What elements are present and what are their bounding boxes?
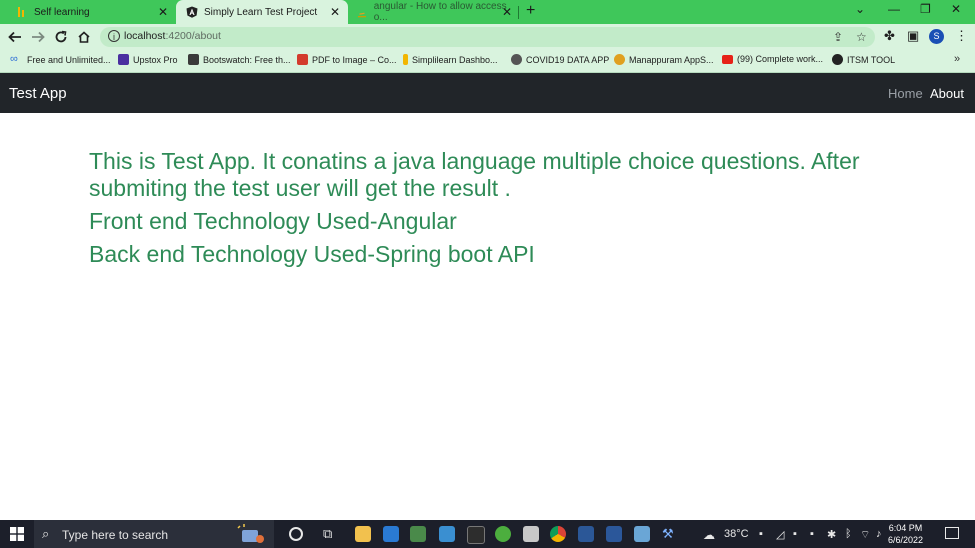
infinity-icon: ∞	[10, 53, 18, 65]
home-icon	[78, 31, 90, 43]
search-placeholder: Type here to search	[62, 528, 169, 542]
windows-taskbar: ⌕ Type here to search ⧉ ⚒ ☁ 38°C ▪ ◿ ▪ ▪…	[0, 520, 975, 548]
covid-icon	[511, 54, 522, 65]
reload-button[interactable]	[52, 28, 70, 46]
bluetooth-icon[interactable]: ᛒ	[845, 528, 852, 540]
share-icon[interactable]: ⇪	[833, 30, 843, 44]
bookmark-upstox-pro[interactable]: Upstox Pro	[118, 54, 178, 65]
app-brand[interactable]: Test App	[9, 85, 67, 102]
manappuram-icon	[614, 54, 625, 65]
search-icon: ⌕	[42, 526, 50, 541]
bookmark-star-icon[interactable]: ☆	[856, 30, 867, 44]
weather-cloud-icon[interactable]: ☁	[703, 528, 715, 542]
notification-icon[interactable]	[945, 527, 959, 539]
url-text: localhost:4200/about	[124, 30, 221, 42]
bookmark-simplilearn-dashboard[interactable]: Simplilearn Dashbo...	[403, 54, 498, 65]
taskbar-clock[interactable]: 6:04 PM 6/6/2022	[888, 522, 923, 546]
remote-desktop-icon[interactable]	[439, 526, 455, 542]
tray-app-icon[interactable]: ▪	[810, 528, 814, 540]
arrow-left-icon	[8, 31, 21, 43]
browser-tab-strip: Self learning ✕ Simply Learn Test Projec…	[0, 0, 975, 24]
tray-app-icon[interactable]: ▪	[793, 528, 797, 540]
tab-title: Self learning	[34, 6, 90, 18]
close-tab-icon[interactable]: ✕	[330, 5, 340, 19]
bookmark-bootswatch[interactable]: Bootswatch: Free th...	[188, 54, 291, 65]
frontend-technology: Front end Technology Used-Angular	[89, 208, 457, 234]
address-bar[interactable]: i localhost:4200/about ⇪ ☆	[100, 27, 875, 47]
nav-link-home[interactable]: Home	[888, 86, 923, 101]
file-explorer-icon[interactable]	[355, 526, 371, 542]
back-button[interactable]	[6, 28, 24, 46]
tab-title: Simply Learn Test Project	[204, 6, 318, 18]
minimize-button[interactable]: —	[888, 2, 900, 16]
tray-app-icon[interactable]: ✱	[827, 528, 836, 541]
home-button[interactable]	[75, 28, 93, 46]
bookmark-pdf-to-image[interactable]: PDF to Image – Co...	[297, 54, 397, 65]
bookmark-covid19-data-app[interactable]: COVID19 DATA APP	[511, 54, 609, 65]
bootswatch-icon	[188, 54, 199, 65]
upstox-icon	[118, 54, 129, 65]
spring-tool-icon[interactable]	[495, 526, 511, 542]
restore-button[interactable]: ❐	[920, 2, 931, 16]
close-tab-icon[interactable]: ✕	[158, 5, 168, 19]
bookmark-itsm-tool[interactable]: ITSM TOOL	[832, 54, 895, 65]
wifi-icon[interactable]: ⌔	[860, 528, 870, 542]
youtube-icon	[722, 54, 733, 64]
bookmark-free-and-unlimited[interactable]: ∞ Free and Unlimited...	[10, 54, 111, 65]
about-description: This is Test App. It conatins a java lan…	[89, 148, 860, 201]
tab-separator	[518, 6, 519, 19]
app-icon[interactable]: ⚒	[662, 526, 678, 542]
bookmark-manappuram[interactable]: Manappuram AppS...	[614, 54, 714, 65]
itsm-icon	[832, 54, 843, 65]
bookmark-youtube-complete-work[interactable]: (99) Complete work...	[722, 54, 823, 64]
backend-technology: Back end Technology Used-Spring boot API	[89, 241, 535, 267]
app-navbar: Test App Home About	[0, 73, 975, 113]
more-menu-icon[interactable]: ⋮	[955, 28, 968, 44]
clock-time: 6:04 PM	[888, 523, 923, 533]
app-icon[interactable]	[578, 526, 594, 542]
close-window-button[interactable]: ✕	[951, 2, 961, 16]
app-icon[interactable]	[410, 526, 426, 542]
volume-icon[interactable]: ♪	[876, 528, 882, 540]
side-panel-icon[interactable]: ▣	[907, 28, 919, 44]
new-tab-button[interactable]: +	[526, 3, 535, 19]
tab-angular-stackoverflow[interactable]: angular - How to allow access o... ✕	[348, 0, 520, 24]
profile-avatar[interactable]: S	[929, 29, 944, 44]
temperature-text[interactable]: 38°C	[724, 528, 749, 540]
windows-start-icon[interactable]	[10, 527, 24, 541]
tab-simply-learn-test-project[interactable]: Simply Learn Test Project ✕	[176, 0, 348, 24]
extensions-puzzle-icon[interactable]: ✤	[884, 28, 895, 44]
arrow-right-icon	[32, 31, 45, 43]
vscode-icon[interactable]	[383, 526, 399, 542]
terminal-icon[interactable]	[467, 526, 485, 544]
bookmarks-bar: ∞ Free and Unlimited... Upstox Pro Boots…	[0, 50, 975, 73]
pdf-icon	[297, 54, 308, 65]
bookmarks-overflow-icon[interactable]: »	[954, 53, 960, 65]
tab-title: angular - How to allow access o...	[373, 1, 507, 23]
search-highlight-icon	[237, 524, 264, 543]
clock-date: 6/6/2022	[888, 535, 924, 545]
stackoverflow-favicon-icon	[356, 6, 368, 18]
browser-toolbar: i localhost:4200/about ⇪ ☆ ✤ ▣ S ⋮	[0, 24, 975, 50]
forward-button[interactable]	[29, 28, 47, 46]
tray-app-icon[interactable]: ▪	[759, 528, 763, 540]
nav-link-about[interactable]: About	[930, 86, 964, 101]
simplilearn-favicon-icon	[16, 6, 28, 18]
chrome-icon[interactable]	[550, 526, 566, 542]
app-icon[interactable]	[523, 526, 539, 542]
cortana-icon[interactable]	[289, 527, 303, 541]
close-tab-icon[interactable]: ✕	[502, 5, 512, 19]
taskbar-search-box[interactable]: ⌕ Type here to search	[34, 520, 274, 548]
angular-favicon-icon	[186, 6, 198, 18]
reload-icon	[55, 30, 67, 43]
site-info-icon[interactable]: i	[108, 30, 120, 42]
task-view-icon[interactable]: ⧉	[323, 526, 339, 542]
tab-search-chevron-icon[interactable]: ⌄	[855, 2, 865, 16]
word-icon[interactable]	[606, 526, 622, 542]
simplilearn-icon	[403, 54, 408, 65]
about-content: This is Test App. It conatins a java lan…	[89, 148, 909, 268]
app-icon[interactable]	[634, 526, 650, 542]
tab-self-learning[interactable]: Self learning ✕	[0, 0, 176, 24]
network-icon[interactable]: ◿	[776, 528, 784, 541]
